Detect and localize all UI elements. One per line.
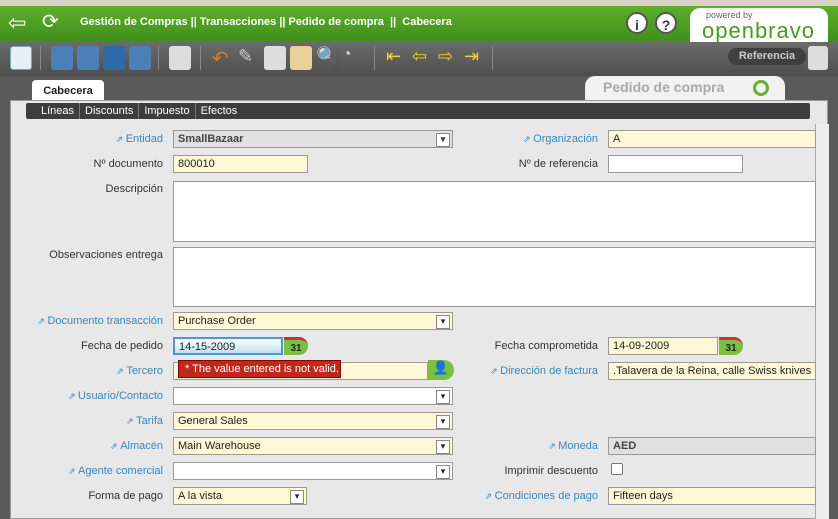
moneda-label: Moneda bbox=[413, 437, 598, 455]
doc-transaccion-select[interactable]: Purchase Order bbox=[173, 312, 453, 330]
tab-cabecera[interactable]: Cabecera bbox=[32, 80, 104, 102]
direccion-factura-field[interactable]: .Talavera de la Reina, calle Swiss knive… bbox=[608, 362, 816, 380]
last-record-icon[interactable]: ⇥ bbox=[464, 46, 486, 70]
separator bbox=[492, 46, 493, 70]
openbravo-icon bbox=[753, 80, 769, 96]
validation-error-tooltip: * The value entered is not valid. bbox=[178, 360, 341, 378]
organizacion-label: Organización bbox=[413, 130, 598, 148]
window-title: Pedido de compra bbox=[585, 76, 785, 102]
logo-name-text: openbravo bbox=[702, 18, 815, 43]
first-record-icon[interactable]: ⇤ bbox=[386, 46, 408, 70]
breadcrumb: Gestión de Compras || Transacciones || P… bbox=[80, 16, 452, 28]
app-header: ⇦ ⟳ Gestión de Compras || Transacciones … bbox=[0, 6, 838, 44]
save-next-icon[interactable] bbox=[129, 46, 151, 70]
expand-icon[interactable] bbox=[808, 46, 828, 70]
tercero-label: Tercero bbox=[3, 362, 163, 380]
search-icon[interactable]: 🔍 bbox=[316, 46, 338, 70]
agente-label: Agente comercial bbox=[3, 462, 163, 480]
save-new-icon[interactable] bbox=[77, 46, 99, 70]
scrollbar[interactable] bbox=[815, 124, 829, 519]
undo-icon[interactable]: ↶ bbox=[212, 46, 234, 70]
imprimir-descuento-label: Imprimir descuento bbox=[504, 465, 598, 477]
doc-transaccion-label: Documento transacción bbox=[3, 312, 163, 330]
moneda-field: AED bbox=[608, 437, 816, 455]
audit-icon[interactable]: ◔ bbox=[342, 46, 364, 70]
organizacion-field[interactable]: A bbox=[608, 130, 816, 148]
window-title-text: Pedido de compra bbox=[603, 79, 725, 95]
descripcion-textarea[interactable] bbox=[173, 181, 816, 242]
observaciones-label: Observaciones entrega bbox=[49, 249, 163, 261]
refresh-icon[interactable]: ⟳ bbox=[42, 11, 64, 33]
help-icon[interactable]: ? bbox=[655, 12, 677, 34]
num-documento-field[interactable]: 800010 bbox=[173, 155, 308, 173]
direccion-factura-label: Dirección de factura bbox=[413, 362, 598, 380]
print-icon[interactable] bbox=[264, 46, 286, 70]
forma-pago-label: Forma de pago bbox=[88, 490, 163, 502]
num-referencia-field[interactable] bbox=[608, 155, 743, 173]
subtab-discounts[interactable]: Discounts bbox=[80, 103, 140, 119]
save-icon[interactable] bbox=[51, 46, 73, 70]
subtab-lineas[interactable]: Líneas bbox=[36, 103, 81, 119]
save-close-icon[interactable] bbox=[103, 46, 125, 70]
separator bbox=[158, 46, 159, 70]
usuario-label: Usuario/Contacto bbox=[3, 387, 163, 405]
openbravo-logo[interactable]: powered by openbravo bbox=[690, 8, 828, 44]
subtabs: Líneas Discounts Impuesto Efectos bbox=[26, 103, 810, 119]
entidad-label: Entidad bbox=[3, 130, 163, 148]
usuario-select[interactable] bbox=[173, 387, 453, 405]
delete-icon[interactable] bbox=[169, 46, 191, 70]
imprimir-descuento-checkbox[interactable] bbox=[611, 463, 623, 475]
almacen-label: Almacén bbox=[3, 437, 163, 455]
fecha-pedido-field[interactable]: 14-15-2009 bbox=[173, 337, 283, 355]
separator bbox=[374, 46, 375, 70]
fecha-comprometida-field[interactable]: 14-09-2009 bbox=[608, 337, 718, 355]
subtab-efectos[interactable]: Efectos bbox=[196, 103, 243, 119]
tarifa-label: Tarifa bbox=[3, 412, 163, 430]
condiciones-pago-label: Condiciones de pago bbox=[413, 487, 598, 505]
condiciones-pago-field[interactable]: Fifteen days bbox=[608, 487, 816, 505]
num-documento-label: Nº documento bbox=[93, 158, 163, 170]
descripcion-label: Descripción bbox=[105, 183, 163, 195]
calendar-icon[interactable]: 31 bbox=[719, 337, 743, 355]
observaciones-textarea[interactable] bbox=[173, 247, 816, 307]
num-referencia-label: Nº de referencia bbox=[518, 158, 598, 170]
email-icon[interactable] bbox=[290, 46, 312, 70]
almacen-select[interactable]: Main Warehouse bbox=[173, 437, 453, 455]
fecha-pedido-label: Fecha de pedido bbox=[81, 340, 163, 352]
new-record-icon[interactable] bbox=[10, 46, 32, 70]
forma-pago-select[interactable]: A la vista bbox=[173, 487, 307, 505]
agente-select[interactable] bbox=[173, 462, 453, 480]
separator bbox=[40, 46, 41, 70]
subtab-impuesto[interactable]: Impuesto bbox=[139, 103, 196, 119]
attach-icon[interactable]: ✎ bbox=[238, 46, 260, 70]
previous-record-icon[interactable]: ⇦ bbox=[412, 46, 434, 70]
back-icon[interactable]: ⇦ bbox=[8, 12, 30, 34]
separator bbox=[200, 46, 201, 70]
toolbar: ↶ ✎ 🔍 ◔ ⇤ ⇦ ⇨ ⇥ Referencia bbox=[0, 42, 838, 76]
next-record-icon[interactable]: ⇨ bbox=[438, 46, 460, 70]
fecha-comprometida-label: Fecha comprometida bbox=[494, 340, 598, 352]
calendar-icon[interactable]: 31 bbox=[284, 337, 308, 355]
entidad-select[interactable]: SmallBazaar bbox=[173, 130, 453, 148]
tarifa-select[interactable]: General Sales bbox=[173, 412, 453, 430]
info-icon[interactable]: i bbox=[626, 12, 648, 34]
referencia-button[interactable]: Referencia bbox=[728, 48, 806, 65]
